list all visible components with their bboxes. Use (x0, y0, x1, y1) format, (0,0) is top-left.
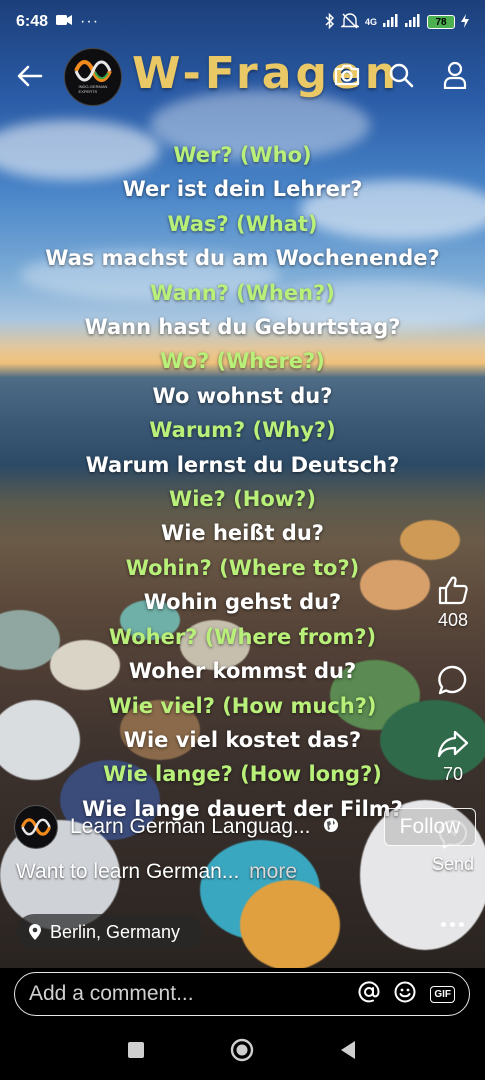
location-label: Berlin, Germany (50, 921, 181, 942)
more-link[interactable]: more (249, 860, 297, 883)
status-bar: 6:48 ··· 4G 78 (0, 0, 485, 44)
follow-button[interactable]: Follow (384, 808, 476, 846)
phrase-question: Wohin? (Where to?) (125, 555, 360, 580)
more-options-button[interactable] (436, 916, 468, 932)
phrase-example: Wer ist dein Lehrer? (122, 177, 363, 202)
system-back-button[interactable] (336, 1038, 360, 1062)
battery-indicator: 78 (427, 15, 455, 29)
phrase-example: Wo wohnst du? (152, 383, 333, 408)
author-row: Learn German Languag... (14, 803, 339, 851)
phrase-question: Was? (What) (167, 211, 318, 236)
mute-icon (339, 12, 361, 32)
avatar-logo-icon (20, 818, 52, 836)
arrow-left-icon (17, 65, 43, 87)
phrase-question: Wo? (Where?) (160, 349, 325, 374)
search-icon (389, 63, 414, 88)
recents-button[interactable] (124, 1038, 148, 1062)
network-type: 4G (364, 17, 377, 27)
camera-icon (334, 64, 360, 86)
profile-button[interactable] (438, 58, 472, 92)
camera-button[interactable] (330, 58, 364, 92)
phrase-question: Wie lange? (How long?) (103, 762, 382, 787)
phrase-example: Woher kommst du? (128, 659, 357, 684)
phrase-question: Wann? (When?) (150, 280, 335, 305)
phrase-question: Wie? (How?) (169, 487, 316, 512)
phrase-example: Wie viel kostet das? (123, 727, 362, 752)
back-button[interactable] (14, 60, 46, 92)
video-camera-icon (56, 13, 73, 31)
phrase-example: Warum lernst du Deutsch? (85, 452, 400, 477)
globe-icon (323, 817, 339, 838)
channel-logo: INDO-GERMAN EXPERTS (64, 48, 122, 106)
post-caption[interactable]: Want to learn German... more (16, 860, 297, 884)
more-notifications-icon: ··· (80, 13, 100, 30)
system-nav-bar (0, 1020, 485, 1080)
square-icon (128, 1042, 144, 1058)
circle-home-icon (230, 1038, 254, 1062)
comment-bar: Add a comment... GIF (0, 968, 485, 1020)
comment-actions: GIF (358, 980, 455, 1008)
phrase-question: Wie viel? (How much?) (108, 693, 377, 718)
phrase-example: Was machst du am Wochenende? (45, 246, 440, 271)
search-button[interactable] (384, 58, 418, 92)
caption-text: Want to learn German... (16, 860, 240, 883)
location-tag[interactable]: Berlin, Germany (16, 914, 203, 950)
bluetooth-icon (325, 12, 335, 32)
question-word-list: Wer? (Who) Wer ist dein Lehrer? Was? (Wh… (0, 138, 485, 826)
at-sign-icon[interactable] (358, 980, 380, 1008)
status-time: 6:48 (16, 13, 49, 30)
charging-icon (461, 13, 469, 31)
person-icon (443, 61, 467, 89)
comment-placeholder: Add a comment... (29, 982, 194, 1005)
more-dots-icon (440, 921, 464, 927)
location-pin-icon (29, 924, 41, 940)
logo-mark (74, 60, 112, 82)
send-label: Send (431, 854, 475, 874)
phrase-question: Woher? (Where from?) (108, 624, 377, 649)
logo-text: INDO-GERMAN EXPERTS (78, 84, 108, 94)
signal-icon-2 (405, 14, 421, 30)
smiley-icon[interactable] (394, 981, 416, 1008)
avatar[interactable] (14, 805, 58, 849)
phrase-example: Wann hast du Geburtstag? (84, 315, 401, 340)
signal-icon (383, 14, 399, 30)
phrase-example: Wohin gehst du? (143, 590, 342, 615)
phrase-example: Wie heißt du? (161, 521, 324, 546)
comment-input[interactable]: Add a comment... GIF (14, 972, 470, 1016)
top-toolbar: INDO-GERMAN EXPERTS W-Fragen (0, 44, 485, 108)
gif-icon[interactable]: GIF (430, 985, 455, 1003)
home-button[interactable] (230, 1038, 254, 1062)
phrase-question: Wer? (Who) (173, 143, 312, 167)
triangle-back-icon (341, 1041, 355, 1059)
author-name[interactable]: Learn German Languag... (70, 815, 311, 839)
phrase-question: Warum? (Why?) (149, 418, 336, 443)
